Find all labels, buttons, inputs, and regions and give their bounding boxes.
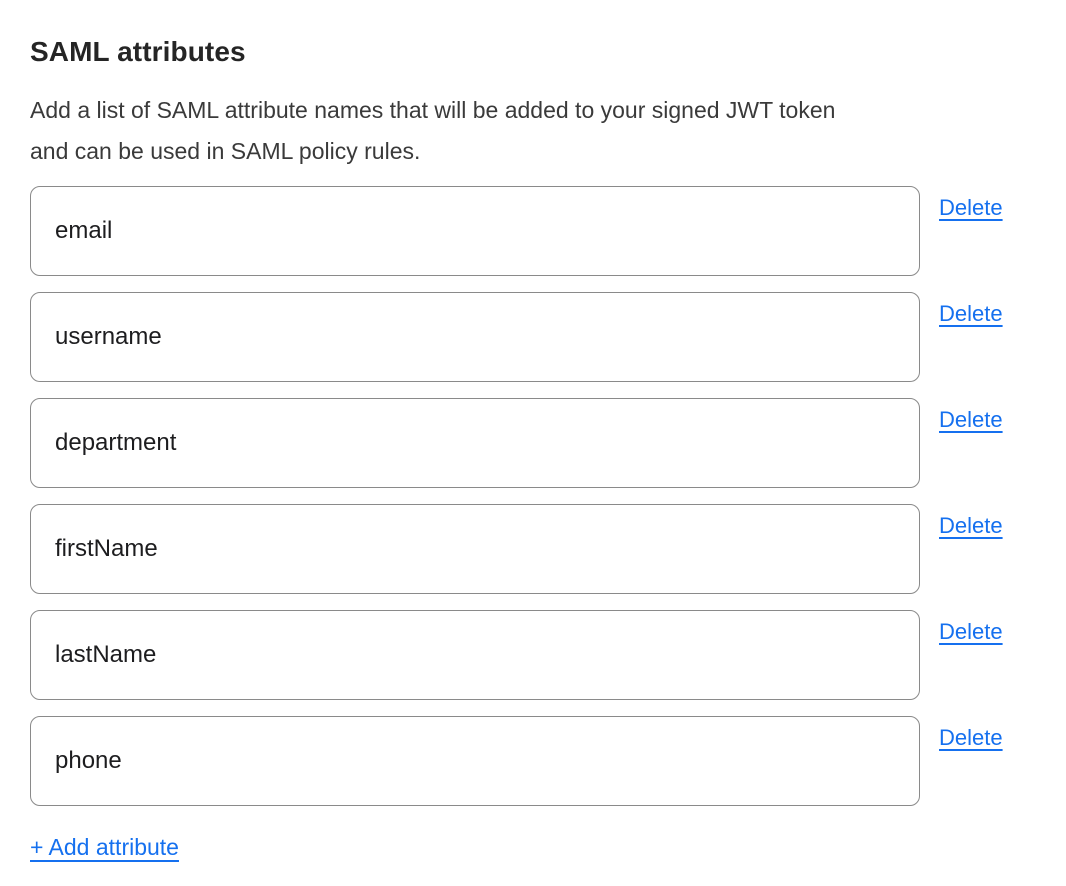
saml-attributes-section: SAML attributes Add a list of SAML attri… [0, 0, 1066, 886]
delete-link[interactable]: Delete [939, 513, 1003, 539]
attribute-input[interactable] [30, 292, 920, 382]
section-description-line-2: and can be used in SAML policy rules. [30, 131, 1036, 172]
add-attribute-link[interactable]: + Add attribute [30, 834, 179, 861]
attribute-row: Delete [30, 398, 1036, 488]
delete-link[interactable]: Delete [939, 407, 1003, 433]
attribute-input[interactable] [30, 504, 920, 594]
page-title: SAML attributes [30, 36, 1036, 68]
attribute-row: Delete [30, 716, 1036, 806]
attribute-input[interactable] [30, 398, 920, 488]
attribute-row: Delete [30, 292, 1036, 382]
attribute-row: Delete [30, 504, 1036, 594]
delete-link[interactable]: Delete [939, 195, 1003, 221]
section-description-line-1: Add a list of SAML attribute names that … [30, 90, 1036, 131]
attribute-input[interactable] [30, 610, 920, 700]
attribute-row: Delete [30, 610, 1036, 700]
attribute-row: Delete [30, 186, 1036, 276]
section-description: Add a list of SAML attribute names that … [30, 90, 1036, 172]
attribute-input[interactable] [30, 716, 920, 806]
delete-link[interactable]: Delete [939, 301, 1003, 327]
attribute-list: Delete Delete Delete Delete Delete Delet… [30, 186, 1036, 806]
attribute-input[interactable] [30, 186, 920, 276]
delete-link[interactable]: Delete [939, 619, 1003, 645]
delete-link[interactable]: Delete [939, 725, 1003, 751]
